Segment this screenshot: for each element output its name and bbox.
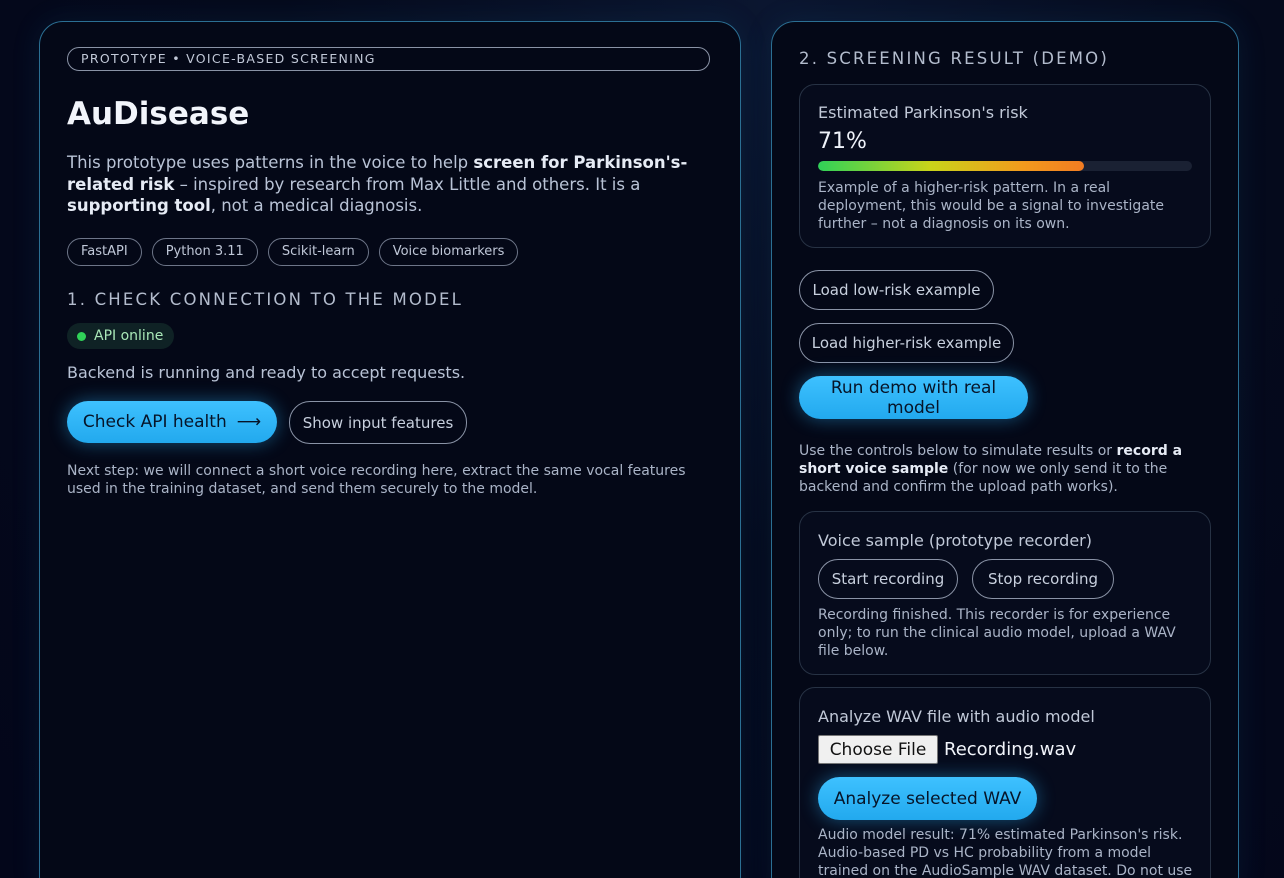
tag-scikit-learn: Scikit-learn <box>267 238 369 266</box>
risk-card: Estimated Parkinson's risk 71% Example o… <box>799 84 1211 248</box>
run-demo-button[interactable]: Run demo with real model <box>799 376 1028 419</box>
analyze-wav-button[interactable]: Analyze selected WAV <box>818 777 1037 820</box>
recorder-title: Voice sample (prototype recorder) <box>818 531 1092 550</box>
wav-analysis-card: Analyze WAV file with audio model Choose… <box>799 687 1211 878</box>
backend-status-text: Backend is running and ready to accept r… <box>67 363 466 382</box>
tag-voice-biomarkers: Voice biomarkers <box>378 238 519 266</box>
stop-recording-button[interactable]: Stop recording <box>972 559 1114 599</box>
result-panel: 2. SCREENING RESULT (DEMO) Estimated Par… <box>771 21 1239 878</box>
risk-value: 71% <box>818 129 867 154</box>
check-api-health-label: Check API health <box>82 412 227 432</box>
intro-panel: PROTOTYPE • VOICE-BASED SCREENING AuDise… <box>39 21 741 878</box>
recorder-status-text: Recording finished. This recorder is for… <box>818 607 1176 659</box>
risk-bar <box>818 161 1192 171</box>
section-1-title: 1. CHECK CONNECTION TO THE MODEL <box>67 290 464 309</box>
intro-text: This prototype uses patterns in the voic… <box>67 153 688 215</box>
tech-tags: FastAPI Python 3.11 Scikit-learn Voice b… <box>67 238 519 266</box>
tag-fastapi: FastAPI <box>67 238 142 266</box>
api-status-text: API online <box>94 328 164 344</box>
audio-result-text: Audio model result: 71% estimated Parkin… <box>818 827 1193 878</box>
risk-bar-fill <box>818 161 1084 171</box>
selected-file-name: Recording.wav <box>944 739 1077 760</box>
show-input-features-button[interactable]: Show input features <box>289 401 467 444</box>
status-dot-icon <box>77 331 86 341</box>
tag-python: Python 3.11 <box>151 238 258 266</box>
choose-file-button[interactable]: Choose File <box>818 735 938 764</box>
app-title: AuDisease <box>67 96 250 132</box>
load-low-risk-button[interactable]: Load low-risk example <box>799 270 994 310</box>
wav-title: Analyze WAV file with audio model <box>818 707 1095 726</box>
start-recording-button[interactable]: Start recording <box>818 559 958 599</box>
recorder-card: Voice sample (prototype recorder) Start … <box>799 511 1211 675</box>
eyebrow-badge: PROTOTYPE • VOICE-BASED SCREENING <box>67 47 710 71</box>
load-high-risk-button[interactable]: Load higher-risk example <box>799 323 1014 363</box>
api-status-badge: API online <box>67 323 175 349</box>
risk-label: Estimated Parkinson's risk <box>818 103 1028 122</box>
arrow-right-icon: ⟶ <box>236 412 262 432</box>
controls-help-text: Use the controls below to simulate resul… <box>799 443 1183 495</box>
check-api-health-button[interactable]: Check API health ⟶ <box>67 401 277 443</box>
section-2-title: 2. SCREENING RESULT (DEMO) <box>799 49 1109 68</box>
next-step-note: Next step: we will connect a short voice… <box>67 463 686 497</box>
risk-description: Example of a higher-risk pattern. In a r… <box>818 180 1165 232</box>
